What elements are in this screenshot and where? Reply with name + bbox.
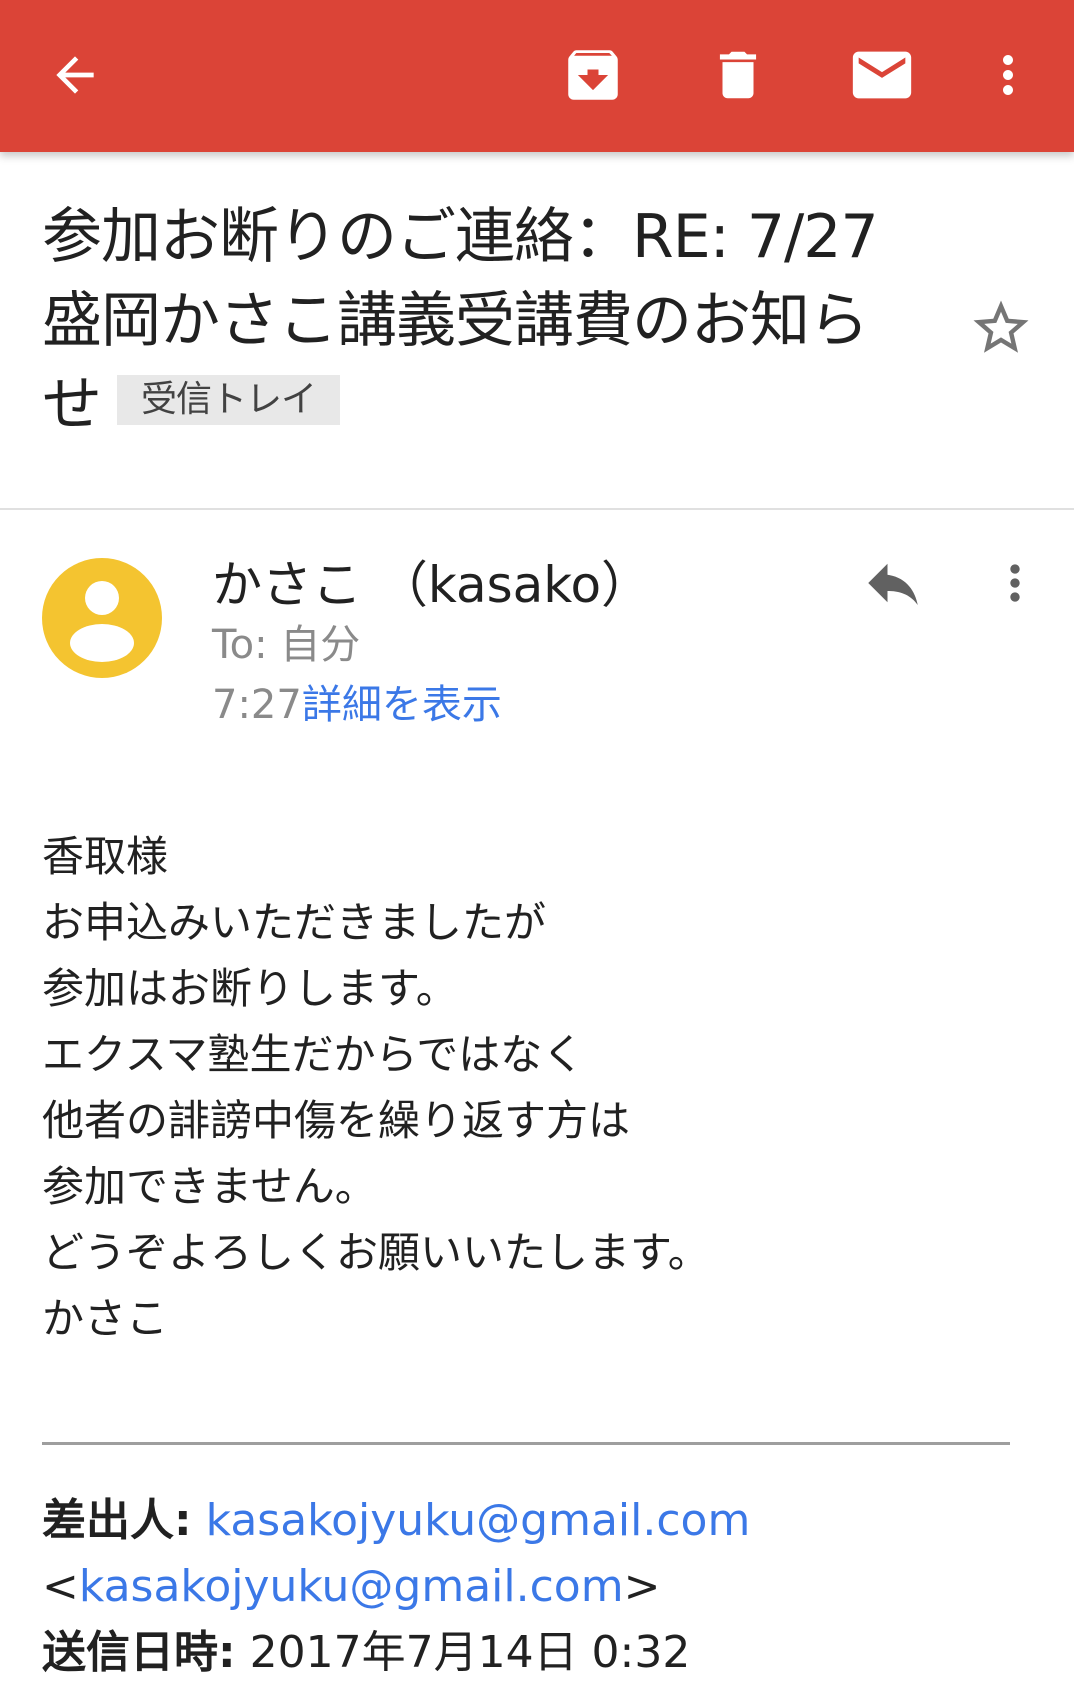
body-line: 参加できません。 [42,1162,377,1211]
body-line: 参加はお断りします。 [42,964,458,1013]
mark-unread-icon[interactable] [837,30,927,120]
from-row: 差出人: kasakojyuku@gmail.com [42,1488,1042,1554]
body-line: 他者の誹謗中傷を繰り返す方は [42,1096,631,1145]
from-label: 差出人: [42,1495,192,1546]
body-line: どうぞよろしくお願いいたします。 [42,1228,710,1277]
subject-area: 参加お断りのご連絡：RE: 7/27盛岡かさこ講義受講費のお知らせ 受信トレイ [42,195,922,447]
sent-value: 2017年7月14日 0:32 [249,1627,691,1678]
from-email-bracket-link[interactable]: kasakojyuku@gmail.com [79,1561,624,1612]
delete-icon[interactable] [693,30,783,120]
message-more-icon[interactable] [985,550,1045,616]
email-subject: 参加お断りのご連絡：RE: 7/27盛岡かさこ講義受講費のお知らせ 受信トレイ [42,195,922,447]
person-icon [70,581,134,662]
bracket-close: > [623,1561,661,1612]
app-bar [0,0,1074,152]
from-email-row: <kasakojyuku@gmail.com> [42,1554,1042,1620]
quoted-header: 差出人: kasakojyuku@gmail.com <kasakojyuku@… [42,1488,1042,1686]
star-icon[interactable] [968,295,1034,361]
back-arrow-icon[interactable] [30,30,120,120]
message-body: 香取様 お申込みいただきましたが 参加はお断りします。 エクスマ塾生だからではな… [42,824,1022,1352]
sent-label: 送信日時: [42,1627,236,1678]
archive-icon[interactable] [548,30,638,120]
from-email-link[interactable]: kasakojyuku@gmail.com [206,1495,751,1546]
show-details-link[interactable]: 詳細を表示 [302,682,502,728]
bracket-open: < [42,1561,79,1612]
avatar[interactable] [42,558,162,678]
recipient-line: To: 自分 [212,622,361,668]
reply-icon[interactable] [860,550,930,616]
quoted-divider [42,1442,1010,1445]
more-vert-icon[interactable] [963,30,1053,120]
divider [0,508,1074,510]
body-line: かさこ [42,1294,169,1343]
message-time: 7:27 [212,682,302,728]
time-line: 7:27詳細を表示 [212,677,502,733]
body-line: エクスマ塾生だからではなく [42,1030,585,1079]
inbox-label-chip[interactable]: 受信トレイ [117,375,341,426]
sent-row: 送信日時: 2017年7月14日 0:32 [42,1620,1042,1686]
body-line: 香取様 [42,832,169,881]
sender-name[interactable]: かさこ （kasako） [212,553,651,617]
body-line: お申込みいただきましたが [42,898,547,947]
